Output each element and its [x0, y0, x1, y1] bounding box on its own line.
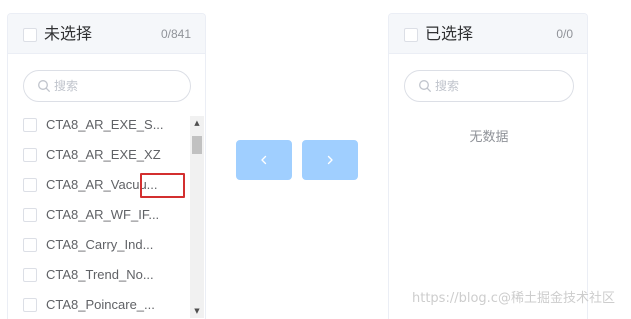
search-icon	[419, 80, 431, 92]
target-search-input[interactable]	[435, 76, 555, 96]
list-item-label: CTA8_AR_EXE_XZ	[46, 147, 161, 162]
list-item[interactable]: CTA8_AR_WF_IF...	[8, 200, 190, 230]
source-select-all-checkbox[interactable]	[23, 28, 37, 42]
list-item-checkbox[interactable]	[23, 118, 37, 132]
scroll-up-arrow-icon[interactable]: ▲	[190, 116, 204, 130]
list-item[interactable]: CTA8_AR_EXE_XZ	[8, 140, 190, 170]
move-to-target-button[interactable]	[302, 140, 358, 180]
source-search-box[interactable]	[23, 70, 191, 102]
list-item-label: CTA8_Poincare_...	[46, 297, 155, 312]
list-item-checkbox[interactable]	[23, 148, 37, 162]
list-item-label: CTA8_AR_EXE_S...	[46, 117, 164, 132]
list-item[interactable]: CTA8_AR_EXE_S...	[8, 110, 190, 140]
list-item-label: CTA8_Carry_Ind...	[46, 237, 154, 252]
search-icon	[38, 80, 50, 92]
chevron-left-icon	[261, 155, 267, 165]
move-to-source-button[interactable]	[236, 140, 292, 180]
source-search-input[interactable]	[54, 76, 174, 96]
list-item-label: CTA8_AR_WF_IF...	[46, 207, 160, 222]
target-select-all-checkbox[interactable]	[404, 28, 418, 42]
target-panel-header: 已选择 0/0	[389, 14, 587, 54]
list-item-checkbox[interactable]	[23, 298, 37, 312]
scroll-down-arrow-icon[interactable]: ▼	[190, 304, 204, 318]
list-item-label: CTA8_Trend_No...	[46, 267, 154, 282]
source-panel-count: 0/841	[160, 27, 191, 41]
watermark: https://blog.c@稀土掘金技术社区	[412, 291, 615, 306]
list-item-checkbox[interactable]	[23, 238, 37, 252]
scrollbar-thumb[interactable]	[192, 136, 202, 154]
source-panel-header: 未选择 0/841	[8, 14, 205, 54]
chevron-right-icon	[327, 155, 333, 165]
source-panel: 未选择 0/841 CTA8_AR_EXE_S... CTA8_AR_EXE_X…	[7, 13, 206, 319]
empty-state-text: 无数据	[469, 130, 509, 145]
transfer-widget: 未选择 0/841 CTA8_AR_EXE_S... CTA8_AR_EXE_X…	[0, 0, 631, 319]
target-panel-count: 0/0	[556, 27, 573, 41]
source-panel-title: 未选择	[44, 24, 93, 43]
list-item-checkbox[interactable]	[23, 178, 37, 192]
target-panel-title: 已选择	[425, 24, 474, 43]
source-list-scrollbar[interactable]: ▲ ▼	[190, 116, 204, 318]
list-item[interactable]: CTA8_Poincare_...	[8, 290, 190, 319]
list-item[interactable]: CTA8_Carry_Ind...	[8, 230, 190, 260]
list-item[interactable]: CTA8_Trend_No...	[8, 260, 190, 290]
source-list: CTA8_AR_EXE_S... CTA8_AR_EXE_XZ CTA8_AR_…	[8, 110, 205, 319]
list-item-checkbox[interactable]	[23, 268, 37, 282]
highlight-annotation-box	[140, 173, 185, 198]
list-item-checkbox[interactable]	[23, 208, 37, 222]
target-panel: 已选择 0/0 无数据	[388, 13, 588, 319]
target-search-box[interactable]	[404, 70, 574, 102]
